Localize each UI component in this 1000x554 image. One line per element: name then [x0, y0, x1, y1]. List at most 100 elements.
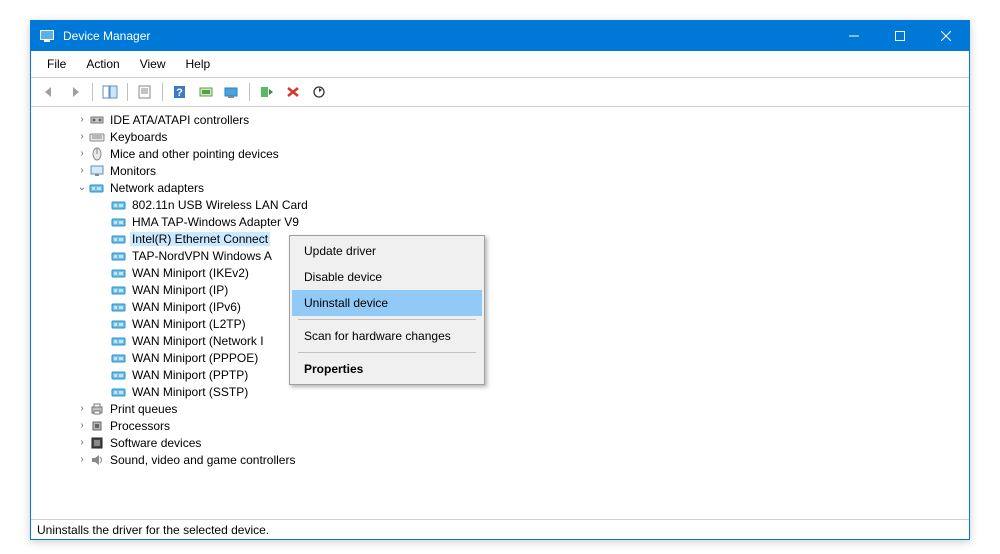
- menu-help[interactable]: Help: [178, 55, 219, 73]
- refresh-button[interactable]: [307, 81, 331, 103]
- tree-item[interactable]: ›Mice and other pointing devices: [33, 145, 967, 162]
- tree-item-label: IDE ATA/ATAPI controllers: [108, 113, 251, 127]
- toolbar-separator: [162, 83, 163, 101]
- menu-action[interactable]: Action: [78, 55, 127, 73]
- tree-item[interactable]: 802.11n USB Wireless LAN Card: [33, 196, 967, 213]
- minimize-button[interactable]: [831, 21, 877, 51]
- net-icon: [89, 180, 105, 196]
- sound-icon: [89, 452, 105, 468]
- tree-item-label: Intel(R) Ethernet Connect: [130, 232, 270, 246]
- enable-device-button[interactable]: [255, 81, 279, 103]
- properties-button[interactable]: [133, 81, 157, 103]
- uninstall-device-button[interactable]: [281, 81, 305, 103]
- tree-item-label: 802.11n USB Wireless LAN Card: [130, 198, 310, 212]
- tree-item-label: Print queues: [108, 402, 179, 416]
- tree-item[interactable]: › Sound, video and game controllers: [33, 451, 967, 468]
- tree-item[interactable]: › Monitors: [33, 162, 967, 179]
- ide-icon: [89, 112, 105, 128]
- tree-item-label: Sound, video and game controllers: [108, 453, 297, 467]
- tree-item-label: WAN Miniport (PPTP): [130, 368, 250, 382]
- tree-item[interactable]: › Software devices: [33, 434, 967, 451]
- device-tree[interactable]: › IDE ATA/ATAPI controllers›Keyboards›Mic…: [31, 107, 969, 519]
- expander-closed-icon[interactable]: ›: [75, 437, 89, 448]
- tree-item[interactable]: WAN Miniport (Network I: [33, 332, 967, 349]
- tree-item[interactable]: WAN Miniport (PPPOE): [33, 349, 967, 366]
- titlebar: Device Manager: [31, 21, 969, 51]
- print-icon: [89, 401, 105, 417]
- tree-item-label: HMA TAP-Windows Adapter V9: [130, 215, 301, 229]
- ctx-properties[interactable]: Properties: [292, 356, 482, 382]
- toolbar: ?: [31, 78, 969, 107]
- tree-item-label: WAN Miniport (IP): [130, 283, 230, 297]
- toolbar-separator: [92, 83, 93, 101]
- net-icon: [111, 350, 127, 366]
- expander-closed-icon[interactable]: ›: [75, 148, 89, 159]
- tree-item[interactable]: WAN Miniport (IKEv2): [33, 264, 967, 281]
- tree-item[interactable]: Intel(R) Ethernet Connect: [33, 230, 967, 247]
- device-manager-window: Device Manager File Action View Help ? ›…: [30, 20, 970, 540]
- expander-open-icon[interactable]: ⌄: [75, 182, 89, 193]
- tree-item-label: WAN Miniport (IPv6): [130, 300, 243, 314]
- net-icon: [111, 316, 127, 332]
- net-icon: [111, 214, 127, 230]
- close-button[interactable]: [923, 21, 969, 51]
- menubar: File Action View Help: [31, 51, 969, 78]
- ctx-update-driver[interactable]: Update driver: [292, 238, 482, 264]
- tree-item[interactable]: › IDE ATA/ATAPI controllers: [33, 111, 967, 128]
- net-icon: [111, 197, 127, 213]
- tree-item[interactable]: ›Keyboards: [33, 128, 967, 145]
- back-button[interactable]: [37, 81, 61, 103]
- net-icon: [111, 333, 127, 349]
- scan-hardware-button[interactable]: [220, 81, 244, 103]
- update-driver-button[interactable]: [194, 81, 218, 103]
- menu-view[interactable]: View: [132, 55, 174, 73]
- tree-item-label: WAN Miniport (SSTP): [130, 385, 250, 399]
- tree-item[interactable]: WAN Miniport (PPTP): [33, 366, 967, 383]
- keyboard-icon: [89, 129, 105, 145]
- expander-closed-icon[interactable]: ›: [75, 114, 89, 125]
- expander-closed-icon[interactable]: ›: [75, 131, 89, 142]
- maximize-button[interactable]: [877, 21, 923, 51]
- net-icon: [111, 367, 127, 383]
- tree-item[interactable]: › Processors: [33, 417, 967, 434]
- net-icon: [111, 299, 127, 315]
- monitor-icon: [89, 163, 105, 179]
- app-icon: [39, 28, 55, 44]
- soft-icon: [89, 435, 105, 451]
- menu-file[interactable]: File: [39, 55, 74, 73]
- tree-item-label: Monitors: [108, 164, 158, 178]
- tree-item[interactable]: HMA TAP-Windows Adapter V9: [33, 213, 967, 230]
- ctx-uninstall-device[interactable]: Uninstall device: [292, 290, 482, 316]
- net-icon: [111, 231, 127, 247]
- tree-item-label: WAN Miniport (PPPOE): [130, 351, 260, 365]
- tree-item[interactable]: WAN Miniport (IPv6): [33, 298, 967, 315]
- help-button[interactable]: ?: [168, 81, 192, 103]
- tree-item[interactable]: TAP-NordVPN Windows A: [33, 247, 967, 264]
- tree-item[interactable]: ⌄ Network adapters: [33, 179, 967, 196]
- tree-item-label: TAP-NordVPN Windows A: [130, 249, 274, 263]
- expander-closed-icon[interactable]: ›: [75, 165, 89, 176]
- expander-closed-icon[interactable]: ›: [75, 403, 89, 414]
- tree-item[interactable]: › Print queues: [33, 400, 967, 417]
- expander-closed-icon[interactable]: ›: [75, 420, 89, 431]
- cpu-icon: [89, 418, 105, 434]
- ctx-separator: [298, 352, 476, 353]
- ctx-scan-hardware[interactable]: Scan for hardware changes: [292, 323, 482, 349]
- svg-text:?: ?: [176, 87, 183, 99]
- ctx-disable-device[interactable]: Disable device: [292, 264, 482, 290]
- net-icon: [111, 282, 127, 298]
- show-hide-button[interactable]: [98, 81, 122, 103]
- tree-item[interactable]: WAN Miniport (IP): [33, 281, 967, 298]
- tree-item[interactable]: WAN Miniport (SSTP): [33, 383, 967, 400]
- window-title: Device Manager: [63, 29, 831, 43]
- statusbar: Uninstalls the driver for the selected d…: [31, 519, 969, 539]
- toolbar-separator: [249, 83, 250, 101]
- forward-button[interactable]: [63, 81, 87, 103]
- tree-item[interactable]: WAN Miniport (L2TP): [33, 315, 967, 332]
- tree-item-label: Network adapters: [108, 181, 206, 195]
- tree-item-label: Software devices: [108, 436, 203, 450]
- expander-closed-icon[interactable]: ›: [75, 454, 89, 465]
- tree-item-label: Processors: [108, 419, 172, 433]
- tree-item-label: WAN Miniport (L2TP): [130, 317, 248, 331]
- context-menu: Update driver Disable device Uninstall d…: [289, 235, 485, 385]
